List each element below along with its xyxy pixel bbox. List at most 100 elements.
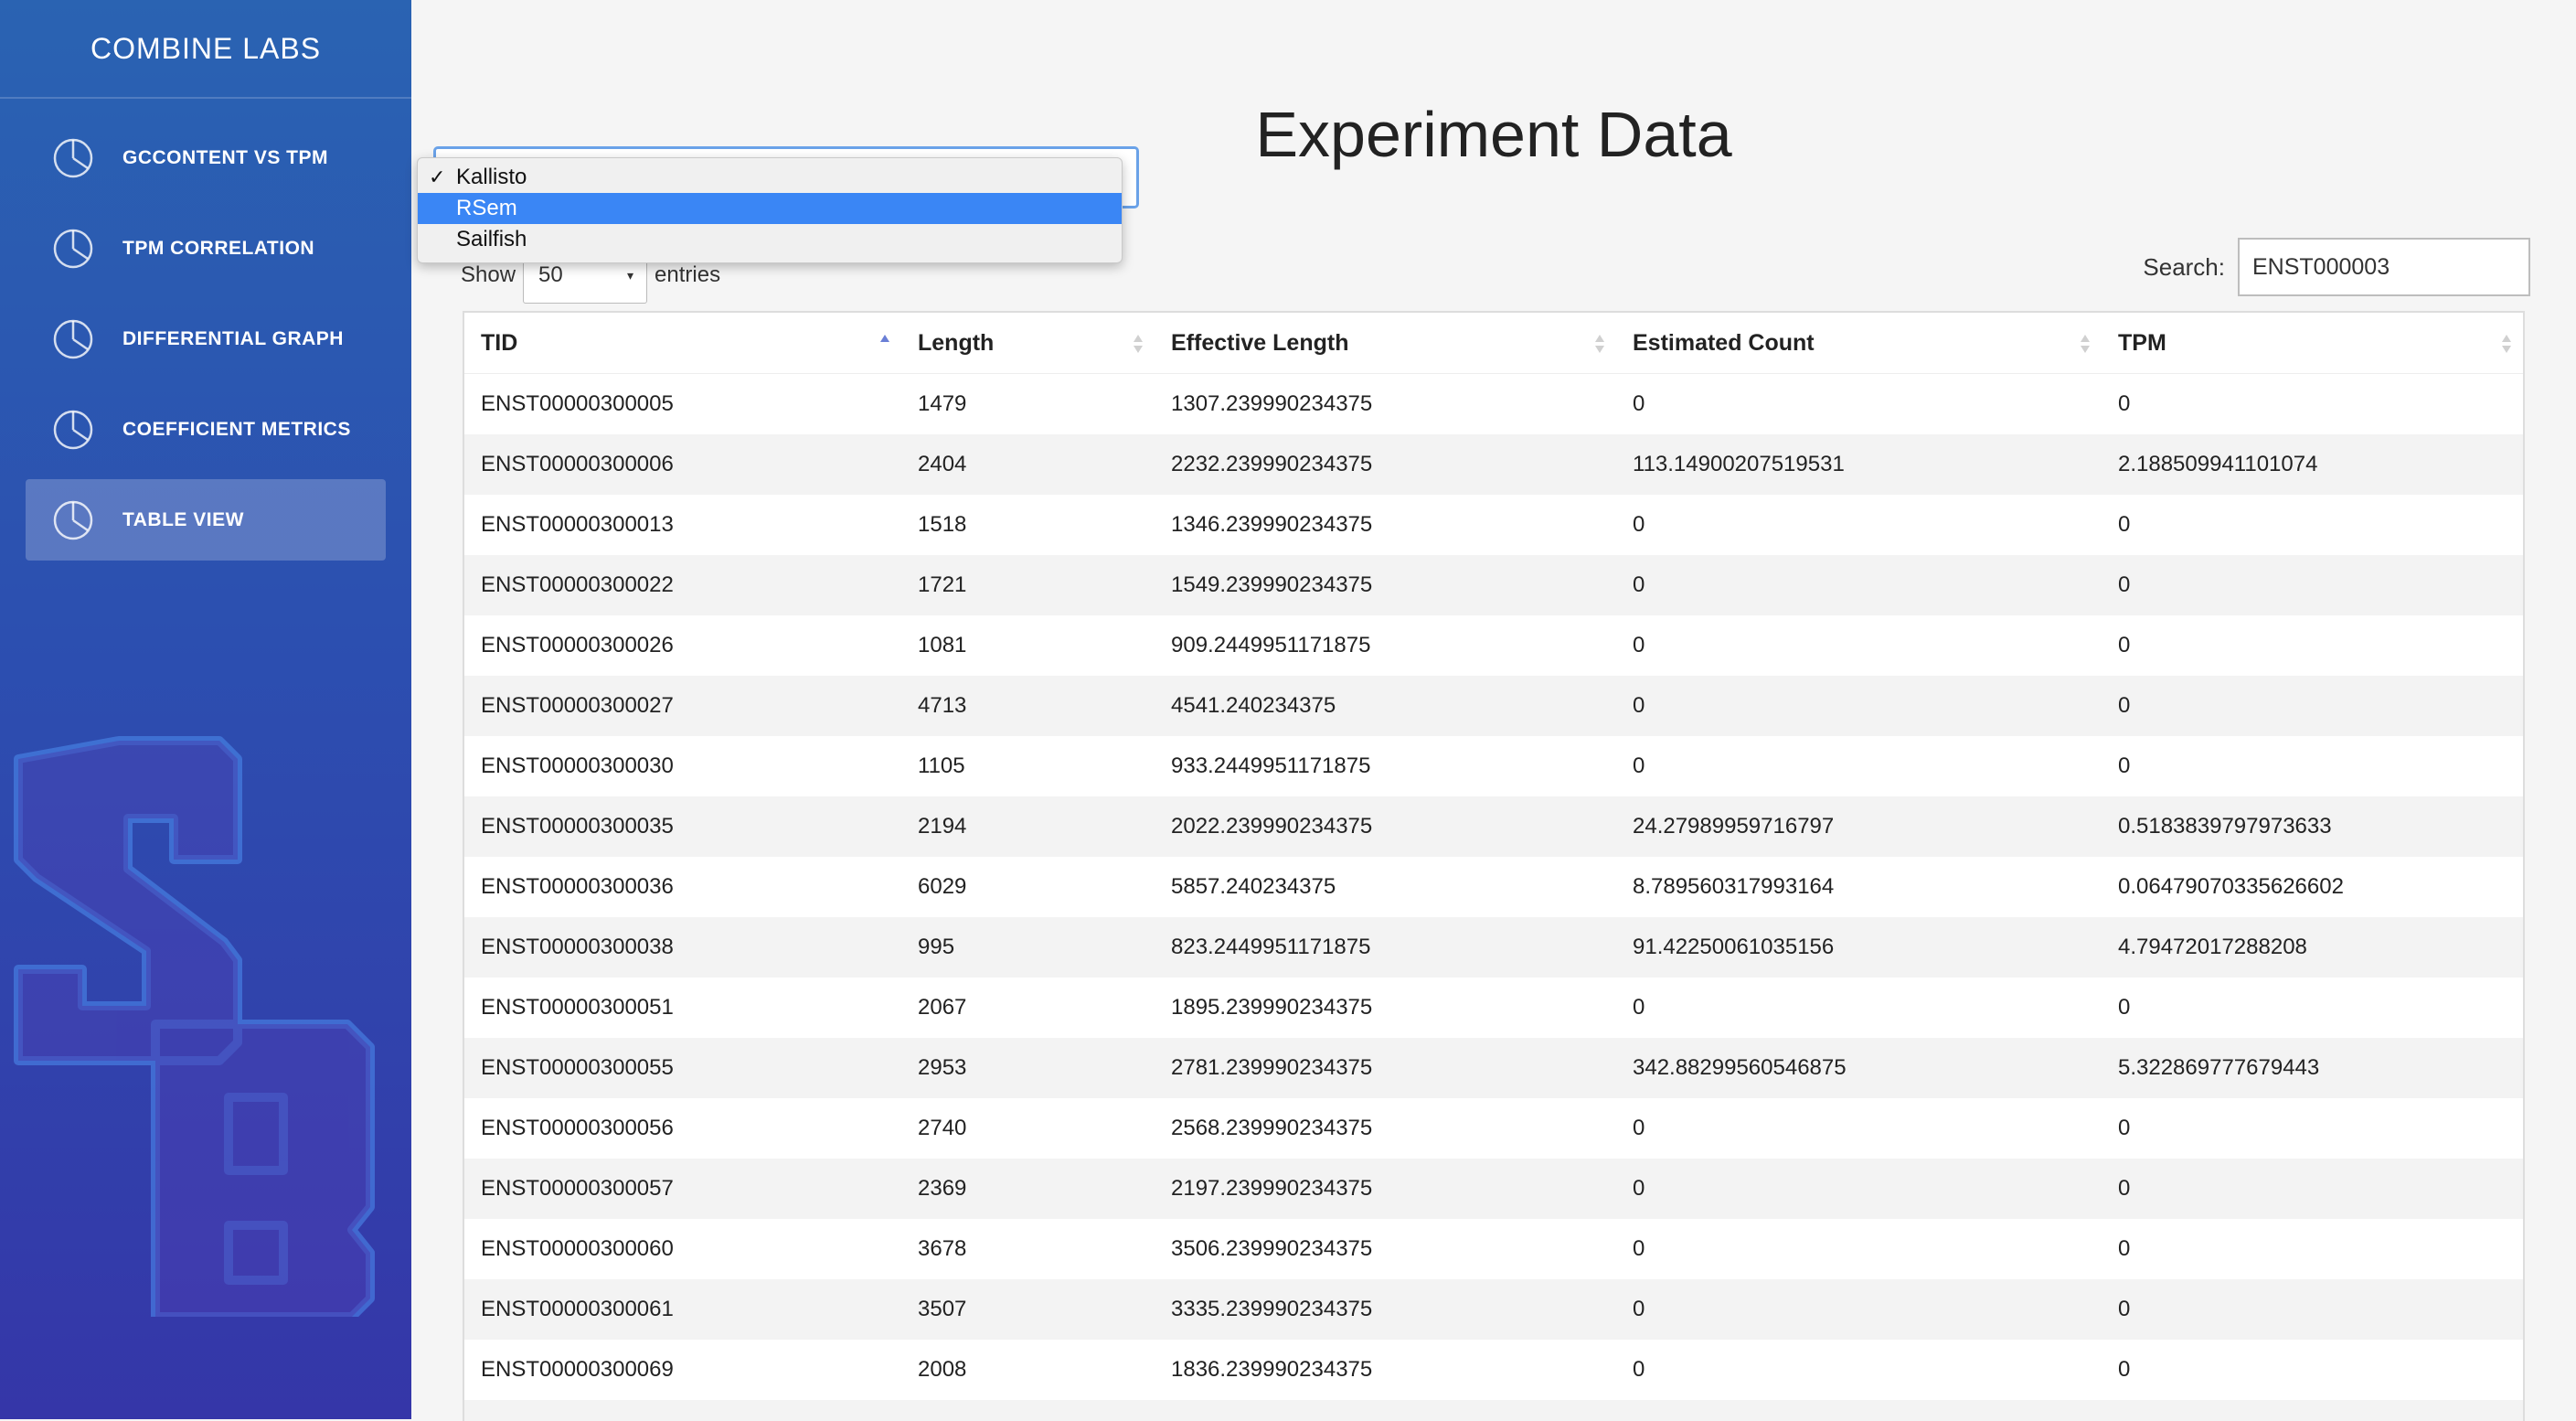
column-header-label: TID (481, 330, 517, 356)
tool-option-rsem[interactable]: RSem (418, 193, 1122, 224)
table-cell: 0 (2102, 1279, 2523, 1340)
table-cell: 1479 (901, 374, 1155, 435)
sidebar-item-label: TABLE VIEW (122, 509, 244, 531)
table-cell: ENST00000300036 (464, 857, 901, 917)
table-row[interactable]: ENST0000030000514791307.23999023437500 (464, 374, 2523, 435)
table-cell: ENST00000300061 (464, 1279, 901, 1340)
table-cell: 6029 (901, 857, 1155, 917)
table-cell: 0 (1616, 736, 2102, 796)
table-row[interactable]: ENST0000030006036783506.23999023437500 (464, 1219, 2523, 1279)
table-cell: 0 (2102, 736, 2523, 796)
search-input[interactable] (2238, 238, 2530, 296)
tool-select-dropdown[interactable]: ✓ Kallisto RSem Sailfish (417, 157, 1123, 263)
data-table-container: TID Length Effective Length (463, 311, 2525, 1421)
entries-per-page-value: 50 (538, 262, 563, 288)
table-cell: 2008 (901, 1340, 1155, 1400)
column-header-length[interactable]: Length (901, 313, 1155, 374)
chevron-down-icon: ▾ (627, 268, 633, 283)
tool-option-label: RSem (456, 196, 517, 220)
table-cell: 2022.239990234375 (1155, 796, 1616, 857)
table-row[interactable]: ENST0000030003521942022.23999023437524.2… (464, 796, 2523, 857)
column-header-effective-length[interactable]: Effective Length (1155, 313, 1616, 374)
table-cell: ENST00000300013 (464, 495, 901, 555)
column-header-label: Length (918, 330, 994, 356)
sort-ascending-icon (879, 333, 890, 355)
table-cell: 1081 (901, 615, 1155, 676)
table-cell: 2781.239990234375 (1155, 1038, 1616, 1098)
sort-both-icon (1594, 333, 1605, 355)
table-row[interactable]: ENST0000030001315181346.23999023437500 (464, 495, 2523, 555)
table-cell: 0 (2102, 1098, 2523, 1159)
table-row[interactable]: ENST0000030000624042232.239990234375113.… (464, 434, 2523, 495)
entries-suffix: entries (655, 262, 720, 288)
table-cell: 91.42250061035156 (1616, 917, 2102, 978)
column-header-label: Estimated Count (1633, 330, 1815, 356)
table-cell: 1721 (901, 555, 1155, 615)
table-row[interactable]: ENST0000030005529532781.239990234375342.… (464, 1038, 2523, 1098)
table-cell: ENST00000300030 (464, 736, 901, 796)
table-cell: 1836.239990234375 (1155, 1340, 1616, 1400)
table-cell: 5.322869777679443 (2102, 1038, 2523, 1098)
table-cell: 2953 (901, 1038, 1155, 1098)
sidebar-item-label: TPM CORRELATION (122, 238, 314, 260)
table-row[interactable]: ENST0000030005120671895.23999023437500 (464, 978, 2523, 1038)
tool-option-sailfish[interactable]: Sailfish (418, 224, 1122, 255)
table-cell: 0 (2102, 1219, 2523, 1279)
sidebar-item-label: GCCONTENT VS TPM (122, 147, 328, 169)
tool-option-kallisto[interactable]: ✓ Kallisto (418, 162, 1122, 193)
sidebar-item-gccontent-vs-tpm[interactable]: GCCONTENT VS TPM (26, 117, 386, 198)
table-cell: 1895.239990234375 (1155, 978, 1616, 1038)
table-cell: 0 (1616, 1219, 2102, 1279)
table-row[interactable]: ENST0000030005627402568.23999023437500 (464, 1098, 2523, 1159)
table-cell: 0 (2102, 1159, 2523, 1219)
column-header-label: TPM (2118, 330, 2166, 356)
table-cell: 3507 (901, 1279, 1155, 1340)
pie-chart-icon (51, 317, 95, 361)
sidebar-item-differential-graph[interactable]: DIFFERENTIAL GRAPH (26, 298, 386, 379)
table-cell: 1549.239990234375 (1155, 555, 1616, 615)
table-row[interactable]: ENST0000030006135073335.23999023437500 (464, 1279, 2523, 1340)
table-cell: 0 (2102, 374, 2523, 435)
table-cell: 3678 (901, 1219, 1155, 1279)
table-cell: 2194 (901, 796, 1155, 857)
table-cell: 0 (2102, 495, 2523, 555)
pie-chart-icon (51, 227, 95, 271)
table-cell: 0 (1616, 555, 2102, 615)
table-cell: 0 (1616, 1340, 2102, 1400)
table-cell: 4713 (901, 676, 1155, 736)
sidebar-item-coefficient-metrics[interactable]: COEFFICIENT METRICS (26, 389, 386, 470)
table-cell: ENST00000300006 (464, 434, 901, 495)
sort-both-icon (2501, 333, 2512, 355)
table-cell: 4541.240234375 (1155, 676, 1616, 736)
table-row[interactable]: ENST0000030002747134541.24023437500 (464, 676, 2523, 736)
table-cell: 0 (2102, 676, 2523, 736)
sort-both-icon (2080, 333, 2091, 355)
table-cell: ENST00000300026 (464, 615, 901, 676)
table-cell: 2568.239990234375 (1155, 1098, 1616, 1159)
column-header-tid[interactable]: TID (464, 313, 901, 374)
table-cell: 0.06479070335626602 (2102, 857, 2523, 917)
main-content: Experiment Data ✓ Kallisto RSem Sailfish… (411, 0, 2576, 1419)
column-header-tpm[interactable]: TPM (2102, 313, 2523, 374)
pie-chart-icon (51, 408, 95, 452)
table-body: ENST0000030000514791307.23999023437500EN… (464, 374, 2523, 1421)
table-cell: 2067 (901, 978, 1155, 1038)
table-cell: 2232.239990234375 (1155, 434, 1616, 495)
table-row[interactable]: ENST000003000301105933.244995117187500 (464, 736, 2523, 796)
column-header-estimated-count[interactable]: Estimated Count (1616, 313, 2102, 374)
table-row[interactable]: ENST0000030007920681896.23999023437500 (464, 1400, 2523, 1421)
sidebar-item-table-view[interactable]: TABLE VIEW (26, 479, 386, 561)
table-row[interactable]: ENST0000030006920081836.23999023437500 (464, 1340, 2523, 1400)
table-row[interactable]: ENST0000030003660295857.2402343758.78956… (464, 857, 2523, 917)
table-row[interactable]: ENST00000300038995823.244995117187591.42… (464, 917, 2523, 978)
sidebar-item-tpm-correlation[interactable]: TPM CORRELATION (26, 208, 386, 289)
table-row[interactable]: ENST000003000261081909.244995117187500 (464, 615, 2523, 676)
table-row[interactable]: ENST0000030005723692197.23999023437500 (464, 1159, 2523, 1219)
brand-title[interactable]: COMBINE LABS (0, 0, 411, 99)
search-label: Search: (2143, 253, 2225, 282)
table-header-row: TID Length Effective Length (464, 313, 2523, 374)
table-row[interactable]: ENST0000030002217211549.23999023437500 (464, 555, 2523, 615)
sidebar-item-label: COEFFICIENT METRICS (122, 419, 351, 441)
checkmark-icon: ✓ (429, 162, 445, 193)
sidebar: COMBINE LABS GCCONTENT VS TPM TPM CORREL… (0, 0, 411, 1419)
